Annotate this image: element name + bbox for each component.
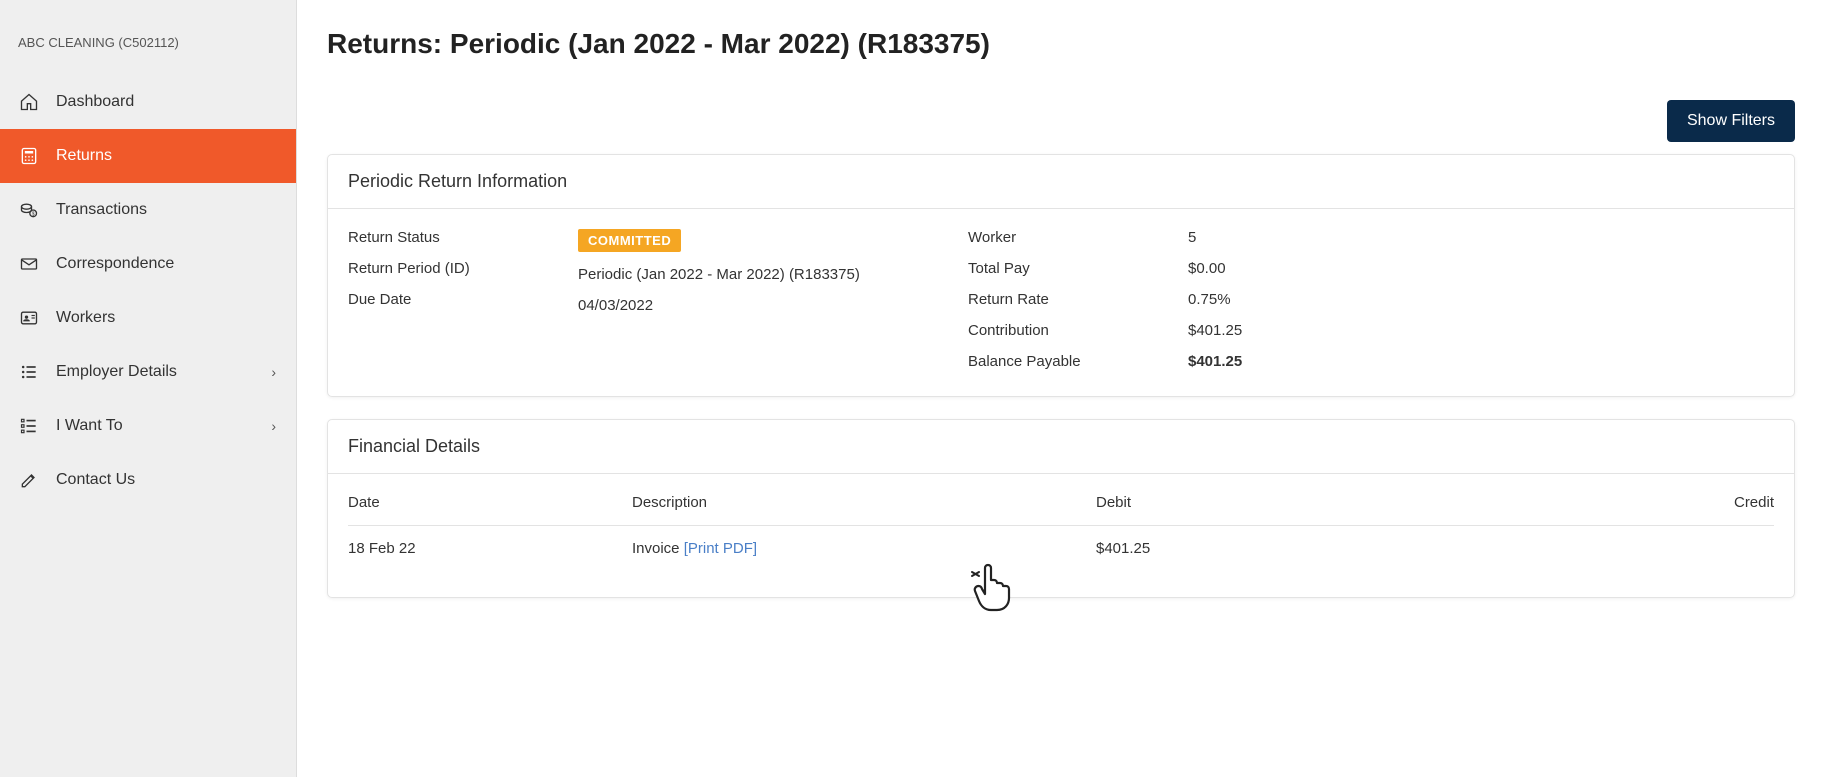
contribution-label: Contribution (968, 322, 1158, 339)
column-description: Description (632, 494, 1096, 511)
row-description-text: Invoice (632, 540, 684, 557)
return-rate-label: Return Rate (968, 291, 1158, 308)
worker-value: 5 (1188, 229, 1774, 246)
sidebar-item-i-want-to[interactable]: I Want To › (0, 399, 296, 453)
sidebar-item-correspondence[interactable]: Correspondence (0, 237, 296, 291)
sidebar-org-label: ABC CLEANING (C502112) (0, 20, 296, 75)
calculator-icon (18, 145, 40, 167)
periodic-return-card: Periodic Return Information Return Statu… (327, 154, 1795, 397)
contribution-value: $401.25 (1188, 322, 1774, 339)
chevron-right-icon: › (271, 364, 276, 380)
list-check-icon (18, 415, 40, 437)
row-debit: $401.25 (1096, 540, 1476, 557)
sidebar-item-label: Workers (56, 309, 115, 327)
periodic-return-header: Periodic Return Information (328, 155, 1794, 209)
due-date-label: Due Date (348, 291, 548, 308)
return-period-label: Return Period (ID) (348, 260, 548, 277)
total-pay-value: $0.00 (1188, 260, 1774, 277)
pencil-icon (18, 469, 40, 491)
home-icon (18, 91, 40, 113)
sidebar-item-label: Contact Us (56, 471, 135, 489)
show-filters-button[interactable]: Show Filters (1667, 100, 1795, 142)
main-content: Returns: Periodic (Jan 2022 - Mar 2022) … (297, 0, 1825, 777)
balance-payable-label: Balance Payable (968, 353, 1158, 370)
sidebar-item-workers[interactable]: Workers (0, 291, 296, 345)
row-credit (1476, 540, 1774, 557)
sidebar: ABC CLEANING (C502112) Dashboard Returns… (0, 0, 297, 777)
sidebar-item-returns[interactable]: Returns (0, 129, 296, 183)
due-date-value: 04/03/2022 (578, 297, 938, 314)
financial-details-card: Financial Details Date Description Debit… (327, 419, 1795, 598)
coins-icon: $ (18, 199, 40, 221)
column-debit: Debit (1096, 494, 1476, 511)
sidebar-item-transactions[interactable]: $ Transactions (0, 183, 296, 237)
column-date: Date (348, 494, 632, 511)
sidebar-item-dashboard[interactable]: Dashboard (0, 75, 296, 129)
row-date: 18 Feb 22 (348, 540, 632, 557)
table-row: 18 Feb 22 Invoice [Print PDF] $401.25 (348, 526, 1774, 571)
sidebar-item-label: I Want To (56, 417, 123, 435)
sidebar-item-label: Returns (56, 147, 112, 165)
return-rate-value: 0.75% (1188, 291, 1774, 308)
page-title: Returns: Periodic (Jan 2022 - Mar 2022) … (327, 28, 1795, 60)
balance-payable-value: $401.25 (1188, 353, 1774, 370)
sidebar-item-employer-details[interactable]: Employer Details › (0, 345, 296, 399)
return-period-value: Periodic (Jan 2022 - Mar 2022) (R183375) (578, 266, 938, 283)
return-status-label: Return Status (348, 229, 548, 246)
sidebar-item-contact-us[interactable]: Contact Us (0, 453, 296, 507)
list-icon (18, 361, 40, 383)
total-pay-label: Total Pay (968, 260, 1158, 277)
id-card-icon (18, 307, 40, 329)
chevron-right-icon: › (271, 418, 276, 434)
envelope-icon (18, 253, 40, 275)
sidebar-item-label: Transactions (56, 201, 147, 219)
svg-text:$: $ (32, 211, 35, 217)
financial-table-header: Date Description Debit Credit (348, 494, 1774, 526)
financial-details-header: Financial Details (328, 420, 1794, 474)
column-credit: Credit (1476, 494, 1774, 511)
sidebar-item-label: Correspondence (56, 255, 174, 273)
sidebar-item-label: Employer Details (56, 363, 177, 381)
status-badge: COMMITTED (578, 229, 681, 252)
worker-label: Worker (968, 229, 1158, 246)
filters-row: Show Filters (327, 100, 1795, 142)
row-description: Invoice [Print PDF] (632, 540, 1096, 557)
sidebar-item-label: Dashboard (56, 93, 134, 111)
print-pdf-link[interactable]: [Print PDF] (684, 540, 757, 557)
